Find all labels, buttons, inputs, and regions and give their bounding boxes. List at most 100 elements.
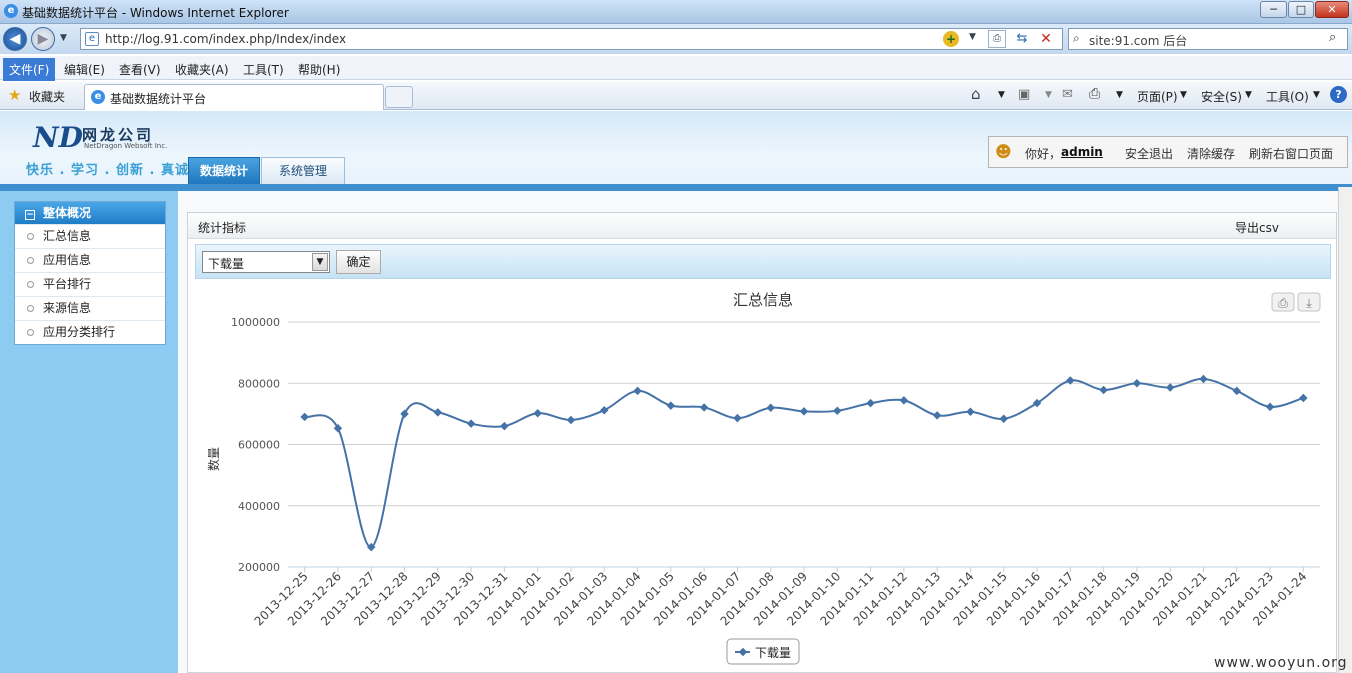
tab-data-stats[interactable]: 数据统计 — [188, 157, 260, 184]
home-icon[interactable]: ⌂ — [971, 85, 981, 103]
data-point[interactable] — [300, 412, 309, 422]
data-point[interactable] — [966, 407, 975, 416]
company-name-en: NetDragon Websoft Inc. — [84, 142, 168, 150]
refresh-right-link[interactable]: 刷新右窗口页面 — [1249, 145, 1333, 162]
maximize-button[interactable]: □ — [1288, 1, 1314, 18]
data-point[interactable] — [1199, 374, 1208, 384]
search-field[interactable]: ⌕ site:91.com 后台 ⌕ — [1068, 28, 1348, 50]
site-header: ND 网龙公司 NetDragon Websoft Inc. 快乐 . 学习 .… — [0, 111, 1352, 187]
data-point[interactable] — [866, 398, 875, 408]
data-point[interactable] — [1265, 402, 1275, 412]
data-point[interactable] — [466, 419, 476, 428]
browser-tab-active[interactable]: e 基础数据统计平台 — [84, 84, 384, 110]
help-icon[interactable]: ? — [1330, 86, 1347, 103]
refresh-icon[interactable]: ⇆ — [1013, 30, 1031, 48]
sidebar-panel: − 整体概况 汇总信息 应用信息 平台排行 来源信息 应用分类排行 — [14, 201, 166, 345]
print-dropdown-icon[interactable]: ▼ — [1116, 90, 1123, 100]
sidebar-item-label: 平台排行 — [43, 277, 92, 291]
menu-favorites[interactable]: 收藏夹(A) — [171, 60, 233, 79]
data-point[interactable] — [899, 396, 909, 405]
compat-icon[interactable]: + — [943, 31, 959, 47]
back-button[interactable]: ◀ — [3, 27, 27, 51]
clear-cache-link[interactable]: 清除缓存 — [1187, 145, 1235, 162]
data-point[interactable] — [600, 405, 609, 415]
rss-page-icon[interactable]: ⎙ — [988, 30, 1006, 48]
page-menu[interactable]: 页面(P) — [1137, 88, 1178, 105]
data-point[interactable] — [1232, 386, 1242, 396]
sidebar-header-label: 整体概况 — [43, 206, 92, 220]
data-point[interactable] — [1099, 385, 1108, 395]
favorites-button[interactable]: 收藏夹 — [29, 88, 65, 105]
user-box: ☻ 你好， admin 安全退出 清除缓存 刷新右窗口页面 — [988, 136, 1348, 168]
feeds-icon[interactable]: ▣ — [1018, 87, 1030, 102]
menu-view[interactable]: 查看(V) — [115, 60, 165, 79]
menu-file[interactable]: 文件(F) — [3, 58, 56, 81]
data-point[interactable] — [733, 413, 742, 423]
data-point[interactable] — [566, 415, 576, 425]
minimize-button[interactable]: ─ — [1260, 1, 1287, 18]
y-axis-ticks: 200000 400000 600000 800000 1000000 — [231, 316, 280, 574]
forward-button[interactable]: ▶ — [31, 27, 55, 51]
y-tick-label: 1000000 — [231, 316, 280, 329]
data-point[interactable] — [1132, 379, 1142, 388]
tab-system-manage[interactable]: 系统管理 — [261, 157, 345, 184]
chevron-down-icon[interactable]: ▼ — [312, 253, 328, 271]
username-link[interactable]: admin — [1061, 145, 1103, 159]
content-panel: 统计指标 导出csv 下载量 ▼ 确定 200000 400000 600000 80… — [187, 212, 1337, 673]
filter-bar: 下载量 ▼ 确定 — [195, 244, 1331, 279]
data-point[interactable] — [699, 403, 709, 412]
logout-link[interactable]: 安全退出 — [1125, 145, 1173, 162]
sidebar-item-category-rank[interactable]: 应用分类排行 — [15, 320, 165, 344]
data-point[interactable] — [932, 411, 942, 420]
data-point[interactable] — [999, 414, 1008, 424]
sidebar-item-source-info[interactable]: 来源信息 — [15, 296, 165, 320]
sidebar-item-summary[interactable]: 汇总信息 — [15, 224, 165, 248]
mail-icon[interactable]: ✉ — [1062, 87, 1073, 102]
confirm-button[interactable]: 确定 — [336, 250, 381, 274]
safety-menu[interactable]: 安全(S) — [1201, 88, 1242, 105]
menu-help[interactable]: 帮助(H) — [294, 60, 344, 79]
data-point[interactable] — [500, 421, 509, 431]
print-chart-button[interactable]: ⎙ — [1271, 292, 1295, 312]
close-button[interactable]: ✕ — [1315, 1, 1349, 18]
data-point[interactable] — [1299, 393, 1308, 403]
sidebar-item-app-info[interactable]: 应用信息 — [15, 248, 165, 272]
menu-edit[interactable]: 编辑(E) — [60, 60, 109, 79]
series-line — [304, 377, 1304, 549]
search-provider-icon: ⌕ — [1073, 31, 1080, 45]
tools-menu[interactable]: 工具(O) — [1266, 88, 1309, 105]
url-dropdown-icon[interactable]: ▼ — [969, 32, 976, 42]
data-point[interactable] — [799, 407, 809, 416]
window-title: 基础数据统计平台 - Windows Internet Explorer — [22, 6, 289, 20]
data-point[interactable] — [666, 401, 676, 410]
data-point[interactable] — [633, 386, 642, 396]
export-csv-link[interactable]: 导出csv — [1235, 219, 1279, 236]
address-field[interactable]: e http://log.91.com/index.php/Index/inde… — [80, 28, 1063, 50]
data-point[interactable] — [333, 424, 343, 433]
users-icon: ☻ — [995, 142, 1012, 161]
sidebar-header[interactable]: − 整体概况 — [15, 202, 165, 224]
data-point[interactable] — [833, 406, 842, 416]
print-icon[interactable]: ⎙ — [1089, 86, 1100, 102]
new-tab-button[interactable] — [385, 86, 413, 108]
data-point[interactable] — [533, 409, 542, 418]
menu-tools[interactable]: 工具(T) — [239, 60, 288, 79]
data-point[interactable] — [766, 403, 775, 412]
search-icon[interactable]: ⌕ — [1329, 30, 1336, 45]
history-dropdown-icon[interactable]: ▼ — [60, 33, 67, 43]
chart-legend[interactable]: 下载量 — [726, 638, 800, 665]
metric-select[interactable]: 下载量 ▼ — [202, 251, 330, 273]
web-page: ND 网龙公司 NetDragon Websoft Inc. 快乐 . 学习 .… — [0, 111, 1352, 673]
data-point[interactable] — [400, 409, 409, 419]
star-icon: ★ — [8, 86, 22, 104]
home-dropdown-icon[interactable]: ▼ — [998, 90, 1005, 100]
data-point[interactable] — [433, 408, 443, 417]
stop-icon[interactable]: ✕ — [1037, 30, 1055, 48]
feeds-dropdown-icon[interactable]: ▼ — [1045, 90, 1052, 100]
data-point[interactable] — [1165, 383, 1175, 392]
export-chart-button[interactable]: ⤓ — [1297, 292, 1321, 312]
series-points — [300, 374, 1308, 552]
tab-title: 基础数据统计平台 — [110, 92, 207, 106]
page-scrollbar[interactable] — [1338, 187, 1352, 673]
sidebar-item-platform-rank[interactable]: 平台排行 — [15, 272, 165, 296]
